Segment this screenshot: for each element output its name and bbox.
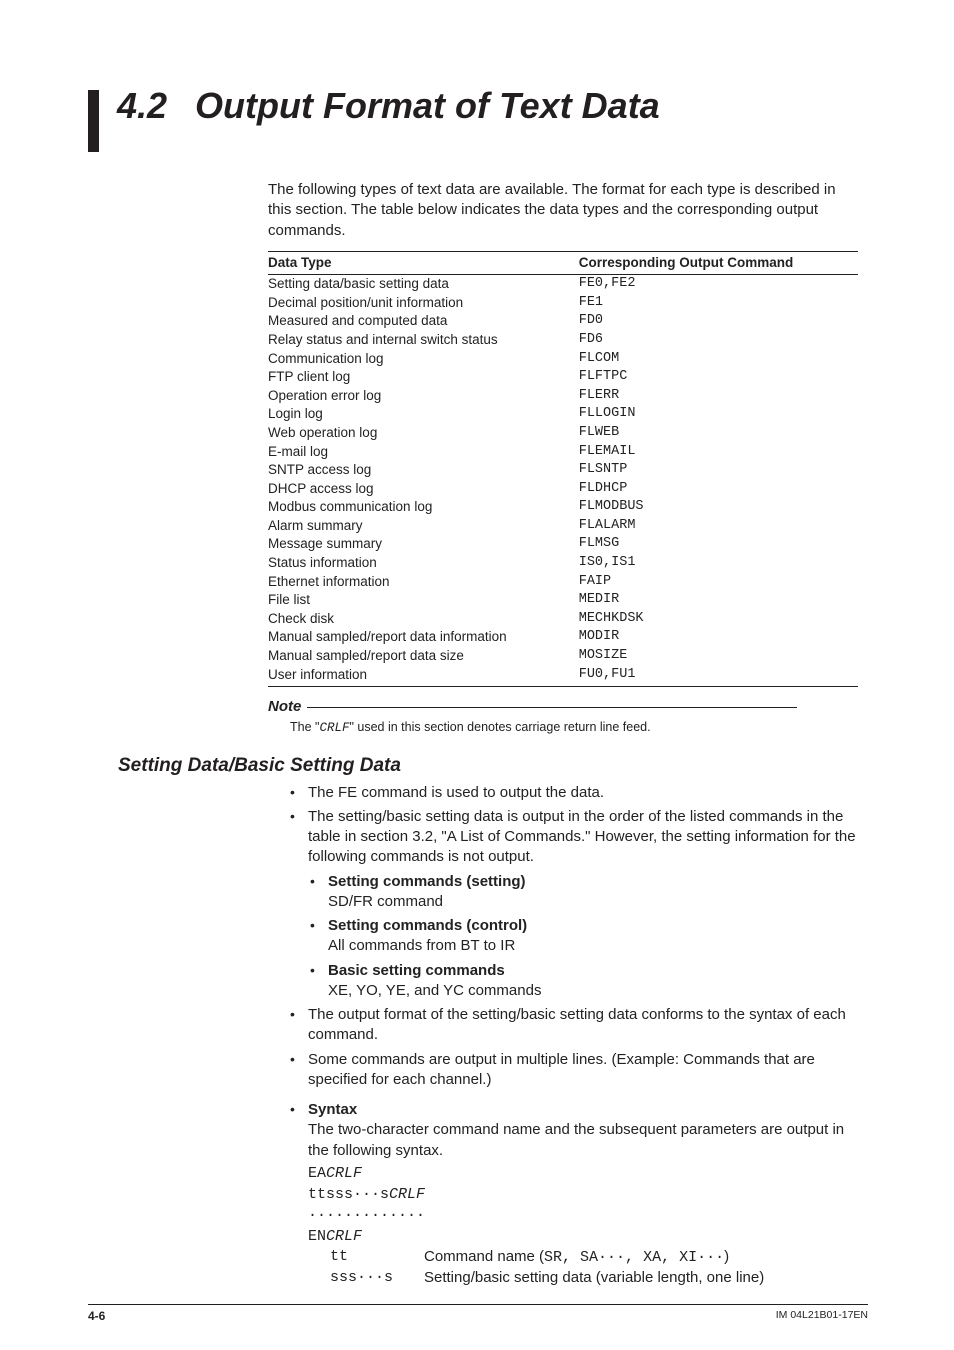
table-row: Operation error logFLERR [268, 387, 858, 406]
table-header: Data Type [268, 251, 579, 274]
table-row: Web operation logFLWEB [268, 424, 858, 443]
note-block: Note The "CRLF" used in this section den… [268, 697, 858, 737]
section-title: Output Format of Text Data [195, 88, 660, 124]
table-row: Alarm summaryFLALARM [268, 517, 858, 536]
table-row: E-mail logFLEMAIL [268, 442, 858, 461]
table-row: Relay status and internal switch statusF… [268, 331, 858, 350]
table-row: Measured and computed dataFD0 [268, 312, 858, 331]
data-type-table: Data Type Corresponding Output Command S… [268, 251, 858, 687]
note-label: Note [268, 697, 301, 717]
table-row: Login logFLLOGIN [268, 405, 858, 424]
code-block: EACRLF ttsss···sCRLF ············· ENCRL… [308, 1163, 858, 1247]
list-item: Basic setting commands XE, YO, YE, and Y… [308, 961, 858, 1002]
list-item: Syntax The two-character command name an… [288, 1100, 858, 1288]
table-row: DHCP access logFLDHCP [268, 480, 858, 499]
definition-list: tt Command name (SR, SA···, XA, XI···) s… [330, 1247, 858, 1289]
table-row: SNTP access logFLSNTP [268, 461, 858, 480]
section-number: 4.2 [117, 88, 167, 124]
list-item: The FE command is used to output the dat… [288, 783, 858, 803]
table-row: File listMEDIR [268, 591, 858, 610]
table-row: Ethernet informationFAIP [268, 572, 858, 591]
table-row: Decimal position/unit informationFE1 [268, 294, 858, 313]
list-item: The output format of the setting/basic s… [288, 1005, 858, 1046]
table-row: Message summaryFLMSG [268, 535, 858, 554]
list-item: Some commands are output in multiple lin… [288, 1050, 858, 1091]
sub-bullet-list: Setting commands (setting) SD/FR command… [308, 872, 858, 1002]
table-row: FTP client logFLFTPC [268, 368, 858, 387]
table-row: Status informationIS0,IS1 [268, 554, 858, 573]
table-row: Setting data/basic setting dataFE0,FE2 [268, 274, 858, 293]
note-rule [307, 707, 797, 708]
table-header: Corresponding Output Command [579, 251, 858, 274]
intro-paragraph: The following types of text data are ava… [268, 180, 858, 241]
doc-id: IM 04L21B01-17EN [776, 1308, 868, 1324]
bullet-list: The FE command is used to output the dat… [288, 783, 858, 1289]
table-row: Modbus communication logFLMODBUS [268, 498, 858, 517]
definition-row: tt Command name (SR, SA···, XA, XI···) [330, 1247, 858, 1268]
table-row: Communication logFLCOM [268, 349, 858, 368]
table-row: Manual sampled/report data informationMO… [268, 628, 858, 647]
table-row: Manual sampled/report data sizeMOSIZE [268, 647, 858, 666]
table-row: Check diskMECHKDSK [268, 610, 858, 629]
list-item: Setting commands (control) All commands … [308, 916, 858, 957]
list-item: Setting commands (setting) SD/FR command [308, 872, 858, 913]
note-text: The "CRLF" used in this section denotes … [290, 719, 858, 737]
list-item: The setting/basic setting data is output… [288, 807, 858, 1001]
page-footer: 4-6 IM 04L21B01-17EN [88, 1304, 868, 1324]
definition-row: sss···s Setting/basic setting data (vari… [330, 1268, 858, 1288]
table-row: User informationFU0,FU1 [268, 665, 858, 686]
heading-accent-bar [88, 90, 99, 152]
subsection-heading: Setting Data/Basic Setting Data [118, 753, 868, 779]
section-heading: 4.2 Output Format of Text Data [88, 88, 868, 152]
page-number: 4-6 [88, 1308, 105, 1324]
